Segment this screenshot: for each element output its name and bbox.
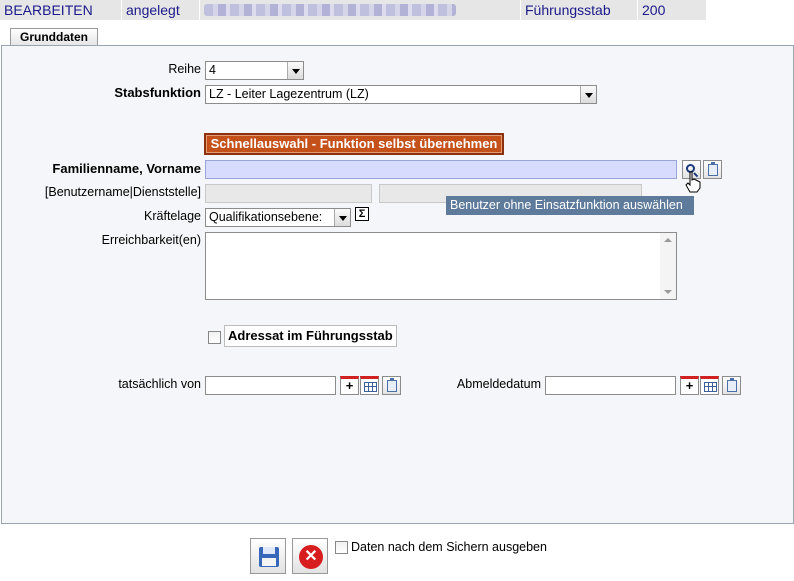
clipboard-icon [708, 162, 718, 176]
quick-select-button[interactable]: Schnellauswahl - Funktion selbst überneh… [204, 133, 504, 155]
chevron-down-icon[interactable] [580, 86, 596, 103]
save-icon [259, 547, 279, 567]
header-mode: BEARBEITEN [4, 2, 93, 18]
chevron-down-icon[interactable] [287, 62, 303, 79]
header-number: 200 [642, 2, 666, 18]
name-label: Familienname, Vorname [52, 161, 201, 176]
clear-abmelde-button[interactable] [722, 376, 741, 395]
clipboard-icon [387, 378, 397, 392]
username-field [205, 184, 372, 203]
calendar-icon[interactable] [700, 376, 719, 395]
sigma-icon[interactable]: Σ [355, 207, 369, 221]
header-divider [199, 0, 200, 20]
von-date-input[interactable] [205, 376, 336, 395]
erreichbarkeit-label: Erreichbarkeit(en) [101, 233, 201, 247]
reihe-value: 4 [209, 63, 216, 77]
abmelde-label: Abmeldedatum [456, 377, 541, 391]
header-divider [637, 0, 638, 20]
header-divider [520, 0, 521, 20]
adressat-checkbox[interactable] [208, 331, 221, 344]
stabsfunktion-select[interactable]: LZ - Leiter Lagezentrum (LZ) [205, 85, 597, 104]
header-bar: BEARBEITEN angelegt Führungsstab 200 [0, 0, 706, 20]
reihe-select[interactable]: 4 [205, 61, 304, 80]
tab-grunddaten[interactable]: Grunddaten [10, 28, 98, 46]
stabsfunktion-label: Stabsfunktion [114, 85, 201, 100]
clear-name-button[interactable] [703, 160, 722, 179]
plus-icon[interactable]: + [680, 376, 699, 395]
reihe-label: Reihe [168, 62, 201, 76]
chevron-down-icon[interactable] [334, 209, 350, 226]
print-after-save-checkbox[interactable] [335, 541, 348, 554]
plus-icon[interactable]: + [340, 376, 359, 395]
print-after-save-label: Daten nach dem Sichern ausgeben [351, 540, 547, 554]
scroll-down-icon[interactable] [664, 290, 672, 294]
header-divider [121, 0, 122, 20]
user-label: [Benutzername|Dienststelle] [44, 185, 201, 199]
kraeftelage-label: Kräftelage [144, 209, 201, 223]
scrollbar[interactable] [660, 233, 676, 299]
save-button[interactable] [250, 538, 286, 574]
scroll-up-icon[interactable] [664, 238, 672, 242]
clipboard-icon [727, 378, 737, 392]
redacted-text [204, 4, 456, 16]
header-group: Führungsstab [525, 2, 611, 18]
hand-cursor-icon [685, 171, 701, 193]
cancel-icon: ✕ [299, 545, 323, 569]
erreichbarkeit-textarea[interactable] [205, 232, 677, 300]
stabsfunktion-value: LZ - Leiter Lagezentrum (LZ) [209, 87, 369, 101]
cancel-button[interactable]: ✕ [292, 538, 328, 574]
abmelde-date-input[interactable] [545, 376, 676, 395]
adressat-label: Adressat im Führungsstab [224, 325, 397, 347]
name-input[interactable] [205, 160, 677, 179]
von-label: tatsächlich von [118, 377, 201, 391]
clear-von-button[interactable] [382, 376, 401, 395]
kraeftelage-select[interactable]: Qualifikationsebene: [205, 208, 351, 227]
calendar-icon[interactable] [360, 376, 379, 395]
header-status: angelegt [126, 2, 180, 18]
tooltip: Benutzer ohne Einsatzfunktion auswählen [446, 196, 694, 215]
kraeftelage-value: Qualifikationsebene: [209, 210, 323, 224]
